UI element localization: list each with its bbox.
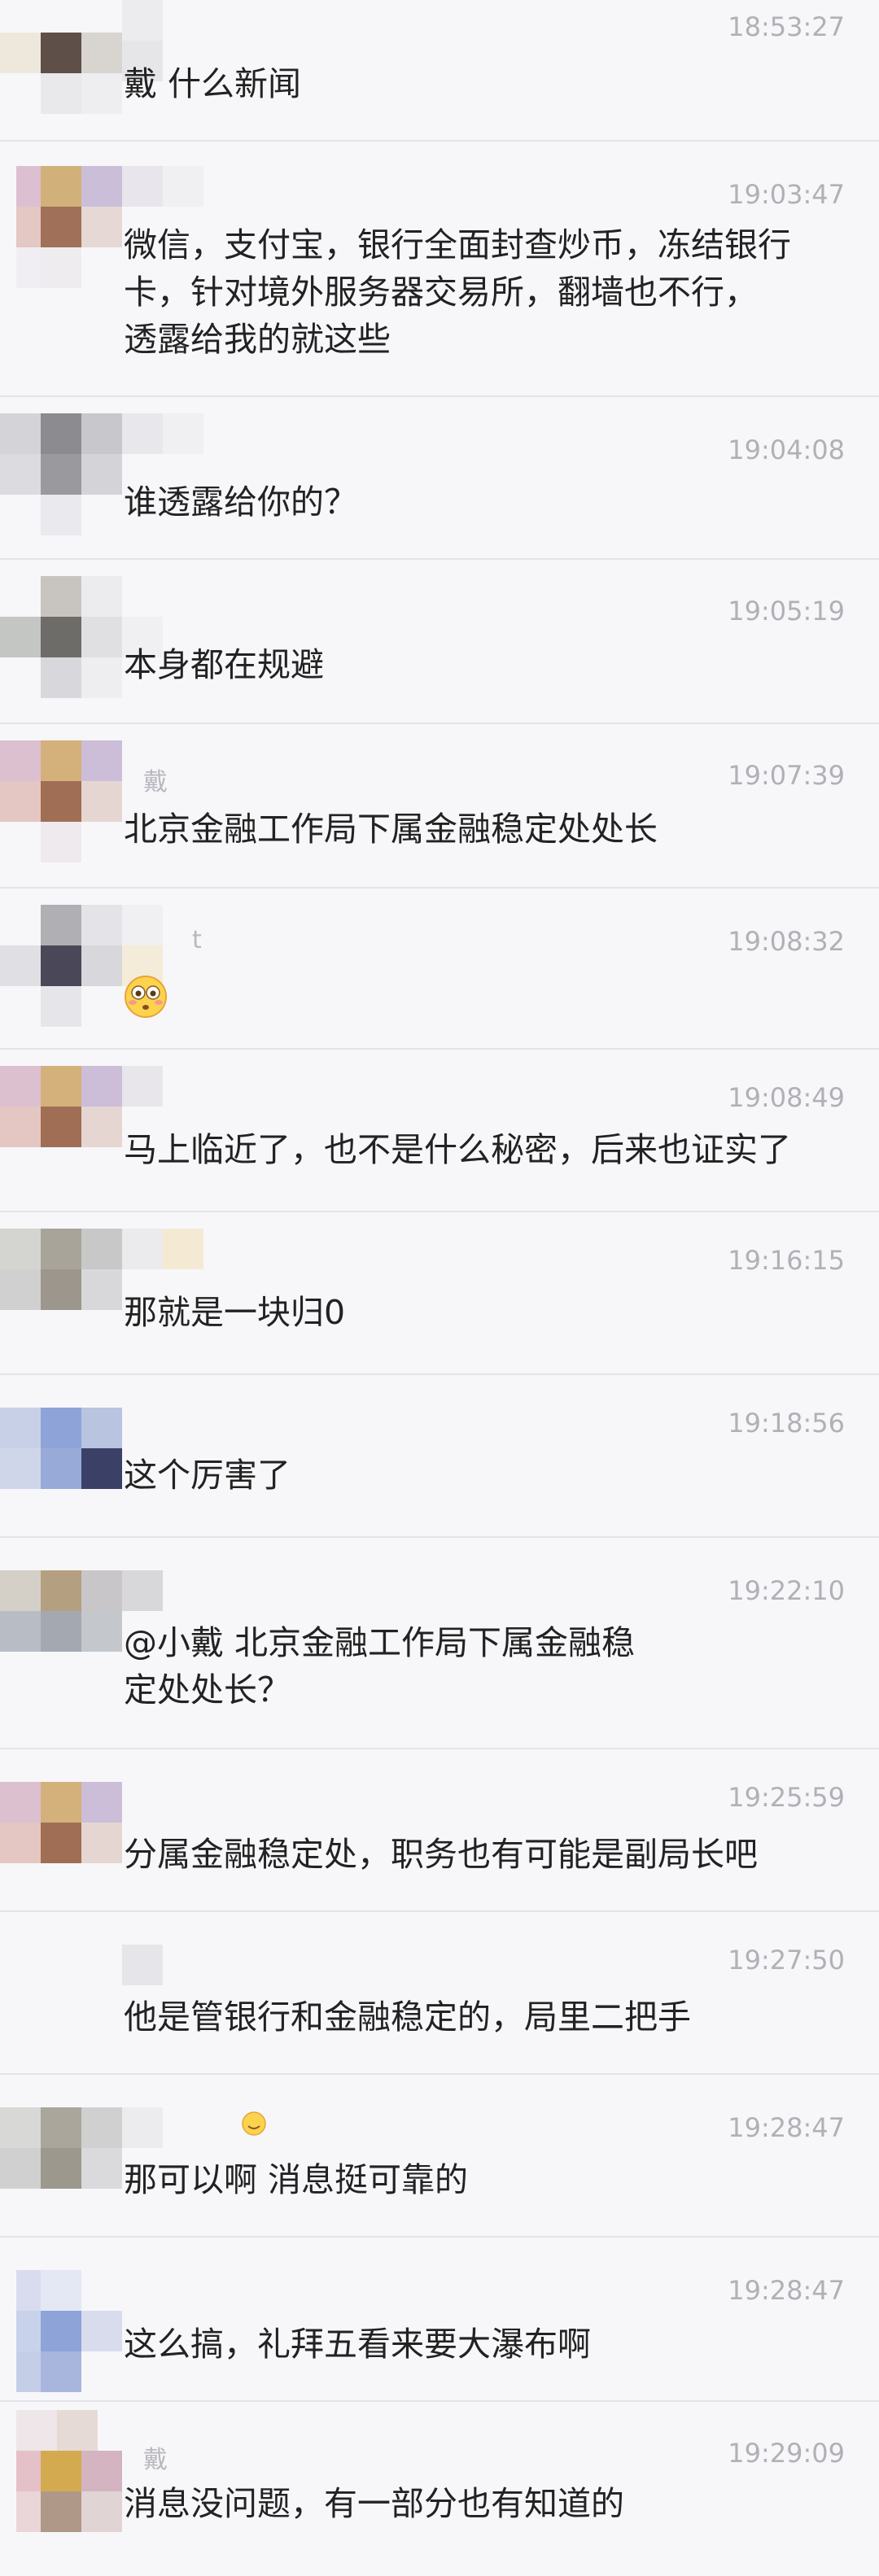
flushed-face-emoji-icon [125, 976, 167, 1018]
message-text: 微信，支付宝，银行全面封查炒币，冻结银行 卡，针对境外服务器交易所，翻墙也不行，… [124, 225, 791, 359]
blurred-avatar[interactable] [0, 724, 212, 862]
message-time: 19:08:49 [728, 1082, 845, 1113]
blurred-avatar[interactable] [0, 1749, 212, 1863]
message-item[interactable]: t 19:08:32 [0, 889, 879, 1050]
message-text: @小戴 北京金融工作局下属金融稳 定处处长？ [124, 1623, 636, 1709]
message-time: 19:27:50 [728, 1945, 845, 1976]
message-text: 本身都在规避 [124, 645, 324, 684]
sender-name: t [192, 926, 202, 954]
smile-emoji-icon [242, 2111, 266, 2136]
message-text: 马上临近了，也不是什么秘密，后来也证实了 [124, 1130, 791, 1169]
message-time: 19:28:47 [728, 2275, 845, 2306]
message-item[interactable]: 戴 19:29:09 消息没问题，有一部分也有知道的 [0, 2402, 879, 2576]
message-item[interactable]: 19:08:49 马上临近了，也不是什么秘密，后来也证实了 [0, 1050, 879, 1212]
message-item[interactable]: 19:22:10 @小戴 北京金融工作局下属金融稳 定处处长？ [0, 1538, 879, 1749]
blurred-avatar[interactable] [0, 2402, 212, 2532]
message-time: 19:28:47 [728, 2112, 845, 2143]
message-time: 19:16:15 [728, 1245, 845, 1276]
message-item[interactable]: 19:27:50 他是管银行和金融稳定的，局里二把手 [0, 1912, 879, 2075]
message-time: 19:22:10 [728, 1575, 845, 1606]
sender-name: 戴 [143, 2446, 168, 2474]
message-time: 19:04:08 [728, 434, 845, 465]
message-text: 谁透露给你的？ [124, 482, 357, 522]
blurred-avatar[interactable] [0, 142, 212, 288]
message-time: 18:53:27 [728, 11, 845, 42]
message-time: 19:18:56 [728, 1408, 845, 1439]
sender-name: 戴 [143, 768, 168, 797]
message-time: 19:07:39 [728, 760, 845, 791]
blurred-avatar[interactable] [0, 1538, 212, 1652]
message-item[interactable]: 18:53:27 戴 什么新闻 [0, 0, 879, 142]
message-item[interactable]: 19:25:59 分属金融稳定处，职务也有可能是副局长吧 [0, 1749, 879, 1912]
message-time: 19:03:47 [728, 179, 845, 210]
message-text: 北京金融工作局下属金融稳定处处长 [124, 810, 658, 849]
message-item[interactable]: 19:18:56 这个厉害了 [0, 1375, 879, 1538]
blurred-avatar[interactable] [0, 397, 212, 535]
message-text: 戴 什么新闻 [124, 64, 302, 103]
message-time: 19:25:59 [728, 1782, 845, 1813]
message-item[interactable]: 19:04:08 谁透露给你的？ [0, 397, 879, 560]
message-item[interactable]: 19:03:47 微信，支付宝，银行全面封查炒币，冻结银行 卡，针对境外服务器交… [0, 142, 879, 397]
message-item[interactable]: 19:16:15 那就是一块归0 [0, 1212, 879, 1375]
message-text: 那可以啊 消息挺可靠的 [124, 2160, 469, 2199]
message-text: 这么搞，礼拜五看来要大瀑布啊 [124, 2325, 591, 2364]
message-text: 这个厉害了 [124, 1456, 291, 1495]
message-time: 19:08:32 [728, 926, 845, 957]
message-text: 消息没问题，有一部分也有知道的 [124, 2484, 624, 2523]
chat-history[interactable]: 18:53:27 戴 什么新闻 19:03:47 微信，支付宝，银行全面封查炒币… [0, 0, 879, 2576]
message-item[interactable]: 19:05:19 本身都在规避 [0, 560, 879, 724]
message-item[interactable]: 19:28:47 这么搞，礼拜五看来要大瀑布啊 [0, 2238, 879, 2402]
message-time: 19:05:19 [728, 596, 845, 627]
blurred-avatar[interactable] [0, 2075, 212, 2189]
message-item[interactable]: 戴 19:07:39 北京金融工作局下属金融稳定处处长 [0, 724, 879, 889]
message-time: 19:29:09 [728, 2438, 845, 2469]
blurred-avatar[interactable] [0, 2238, 212, 2392]
message-text: 分属金融稳定处，职务也有可能是副局长吧 [124, 1835, 758, 1874]
blurred-avatar[interactable] [0, 560, 212, 698]
message-item[interactable]: 19:28:47 那可以啊 消息挺可靠的 [0, 2075, 879, 2238]
blurred-avatar[interactable] [0, 889, 212, 1027]
blurred-avatar[interactable] [0, 1912, 212, 2002]
message-text: 他是管银行和金融稳定的，局里二把手 [124, 1997, 691, 2037]
message-text: 那就是一块归0 [124, 1293, 346, 1332]
